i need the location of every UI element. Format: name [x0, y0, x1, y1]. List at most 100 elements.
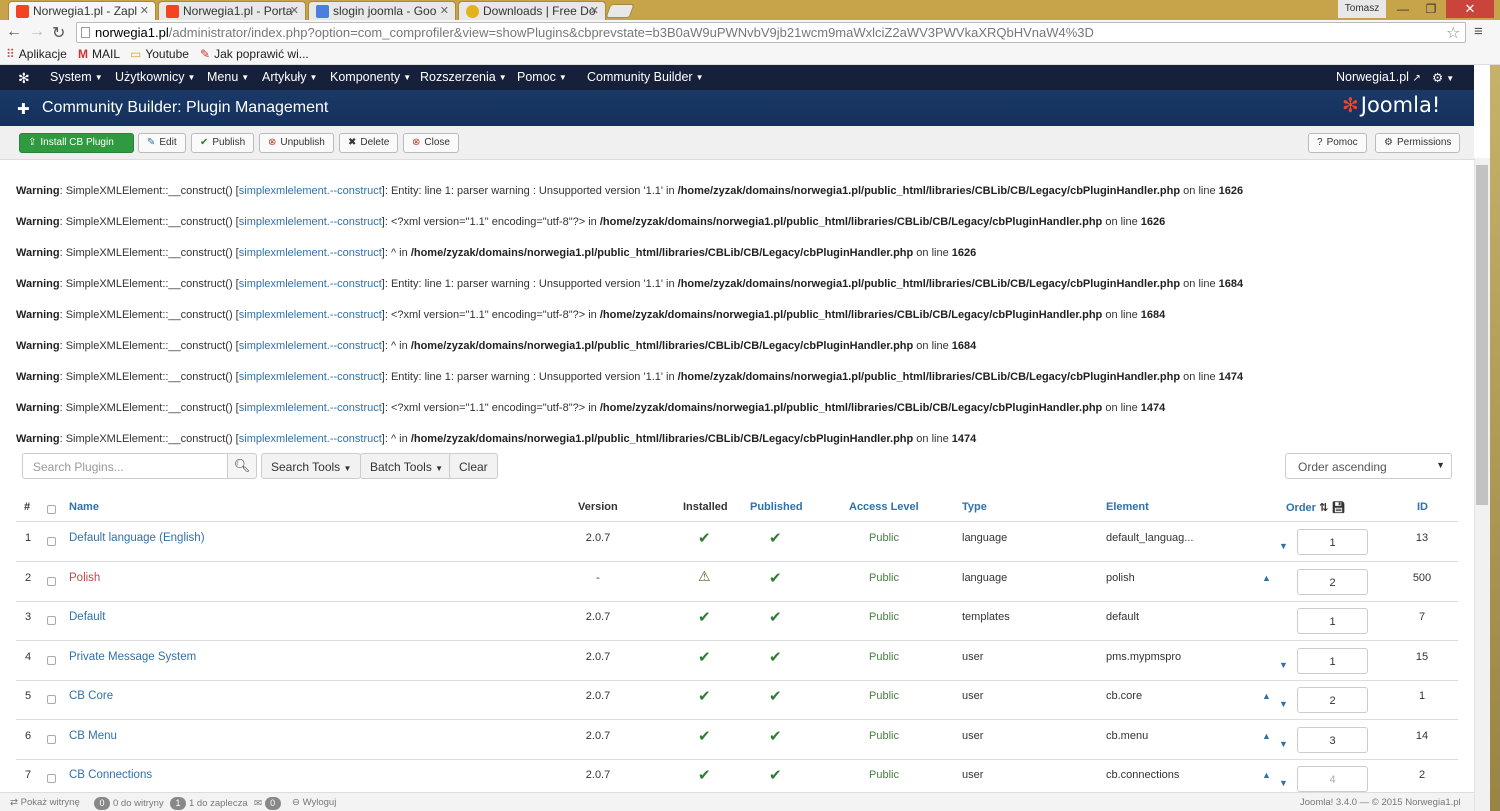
bookmark-jak-poprawic[interactable]: ✎ Jak poprawić wi...	[200, 47, 309, 61]
col-id-header[interactable]: ID	[1417, 501, 1428, 513]
reload-icon[interactable]: ↻	[52, 23, 65, 43]
back-icon[interactable]: ←	[6, 23, 22, 41]
search-input[interactable]: Search Plugins...	[22, 453, 228, 479]
browser-tab-2[interactable]: Norwegia1.pl - Porta ✕	[158, 1, 306, 20]
row-checkbox[interactable]	[47, 695, 56, 704]
forward-icon[interactable]: →	[29, 23, 45, 41]
help-button[interactable]: ? Pomoc	[1308, 133, 1367, 153]
published-toggle-icon[interactable]: ✔	[769, 608, 782, 626]
warning-doc-link[interactable]: simplexmlelement.--construct	[239, 402, 382, 414]
nav-components[interactable]: Komponenty ▼	[330, 70, 411, 84]
order-input[interactable]: 3	[1297, 726, 1368, 753]
published-toggle-icon[interactable]: ✔	[769, 529, 782, 547]
warning-doc-link[interactable]: simplexmlelement.--construct	[239, 185, 382, 197]
col-name-header[interactable]: Name	[69, 501, 99, 513]
col-published-header[interactable]: Published	[750, 501, 803, 513]
bookmark-apps[interactable]: ⠿ Aplikacje	[6, 47, 67, 61]
published-toggle-icon[interactable]: ✔	[769, 569, 782, 587]
col-access-header[interactable]: Access Level	[849, 501, 919, 513]
order-input[interactable]: 4	[1297, 766, 1368, 792]
install-plugin-button[interactable]: ⇪ Install CB Plugin	[19, 133, 134, 153]
messages[interactable]: ✉ 0	[254, 797, 284, 810]
plugin-name-link[interactable]: Default language (English)	[69, 532, 205, 544]
nav-users[interactable]: Użytkownicy ▼	[115, 70, 195, 84]
url-field[interactable]: norwegia1.pl/administrator/index.php?opt…	[76, 22, 1466, 43]
nav-extensions[interactable]: Rozszerzenia ▼	[420, 70, 507, 84]
order-input[interactable]: 1	[1297, 529, 1368, 555]
row-checkbox[interactable]	[47, 655, 56, 665]
warning-doc-link[interactable]: simplexmlelement.--construct	[239, 216, 382, 228]
bookmark-star-icon[interactable]: ☆	[1446, 23, 1460, 43]
row-checkbox[interactable]	[47, 576, 56, 586]
browser-user-chip[interactable]: Tomasz	[1338, 0, 1386, 18]
warning-doc-link[interactable]: simplexmlelement.--construct	[239, 247, 382, 259]
published-toggle-icon[interactable]: ✔	[769, 766, 782, 784]
save-order-icon[interactable]: 💾︎	[1331, 502, 1345, 514]
bookmark-youtube[interactable]: ▭ Youtube	[130, 47, 189, 61]
edit-button[interactable]: ✎ Edit	[138, 133, 186, 153]
clear-button[interactable]: Clear	[449, 453, 498, 479]
move-down-icon[interactable]: ▼	[1279, 660, 1288, 670]
col-type-header[interactable]: Type	[962, 501, 987, 513]
order-input[interactable]: 1	[1297, 647, 1368, 674]
plugin-name-link[interactable]: Polish	[69, 572, 100, 584]
warning-doc-link[interactable]: simplexmlelement.--construct	[239, 433, 382, 445]
row-checkbox[interactable]	[47, 616, 56, 625]
col-element-header[interactable]: Element	[1106, 501, 1149, 513]
plugin-name-link[interactable]: Default	[69, 611, 105, 623]
publish-button[interactable]: ✔ Publish	[191, 133, 255, 153]
tab-close-icon[interactable]: ✕	[290, 4, 299, 17]
search-tools-button[interactable]: Search Tools ▼	[261, 453, 362, 479]
nav-settings[interactable]: ⚙ ▼	[1432, 70, 1454, 85]
move-down-icon[interactable]: ▼	[1279, 699, 1288, 709]
batch-tools-button[interactable]: Batch Tools ▼	[360, 453, 454, 479]
move-up-icon[interactable]: ▲	[1262, 770, 1271, 780]
warning-doc-link[interactable]: simplexmlelement.--construct	[239, 371, 382, 383]
close-button[interactable]: ⊗ Close	[403, 133, 459, 153]
browser-menu-icon[interactable]: ≡	[1474, 23, 1483, 40]
warning-doc-link[interactable]: simplexmlelement.--construct	[239, 278, 382, 290]
window-close-icon[interactable]: ✕	[1446, 0, 1494, 18]
plugin-name-link[interactable]: CB Connections	[69, 769, 152, 781]
col-order-header[interactable]: Order ⇅ 💾︎	[1286, 501, 1345, 514]
move-down-icon[interactable]: ▼	[1279, 739, 1288, 749]
tab-close-icon[interactable]: ✕	[440, 4, 449, 17]
select-all-checkbox[interactable]	[47, 505, 56, 514]
nav-system[interactable]: System ▼	[50, 70, 103, 84]
show-site-link[interactable]: ⇄ Pokaż witrynę	[10, 797, 80, 808]
nav-help[interactable]: Pomoc ▼	[517, 70, 567, 84]
minimize-icon[interactable]: —	[1388, 0, 1418, 18]
browser-tab-4[interactable]: Downloads | Free Do ✕	[458, 1, 606, 20]
row-checkbox[interactable]	[47, 734, 56, 744]
published-toggle-icon[interactable]: ✔	[769, 648, 782, 666]
search-button[interactable]: 🔍︎	[227, 453, 257, 479]
nav-community-builder[interactable]: Community Builder ▼	[587, 70, 704, 84]
plugin-name-link[interactable]: CB Core	[69, 690, 113, 702]
move-up-icon[interactable]: ▲	[1262, 691, 1271, 701]
nav-site-link[interactable]: Norwegia1.pl ↗	[1336, 70, 1421, 84]
nav-menu[interactable]: Menu ▼	[207, 70, 249, 84]
browser-tab-1[interactable]: Norwegia1.pl - Zapl ✕	[8, 1, 156, 20]
order-select[interactable]: Order ascending ▼	[1285, 453, 1452, 479]
permissions-button[interactable]: ⚙ Permissions	[1375, 133, 1461, 153]
tab-close-icon[interactable]: ✕	[590, 4, 599, 17]
scrollbar-thumb[interactable]	[1476, 165, 1488, 505]
browser-tab-3[interactable]: slogin joomla - Goo ✕	[308, 1, 456, 20]
plugin-name-link[interactable]: CB Menu	[69, 730, 117, 742]
nav-articles[interactable]: Artykuły ▼	[262, 70, 317, 84]
row-checkbox[interactable]	[47, 774, 56, 783]
move-down-icon[interactable]: ▼	[1279, 541, 1288, 551]
move-down-icon[interactable]: ▼	[1279, 778, 1288, 788]
warning-doc-link[interactable]: simplexmlelement.--construct	[239, 309, 382, 321]
order-input[interactable]: 2	[1297, 687, 1368, 713]
unpublish-button[interactable]: ⊗ Unpublish	[259, 133, 334, 153]
bookmark-mail[interactable]: M MAIL	[78, 47, 120, 61]
published-toggle-icon[interactable]: ✔	[769, 687, 782, 705]
warning-doc-link[interactable]: simplexmlelement.--construct	[239, 340, 382, 352]
row-checkbox[interactable]	[47, 537, 56, 546]
logout-link[interactable]: ⊖ Wyloguj	[292, 797, 336, 808]
published-toggle-icon[interactable]: ✔	[769, 727, 782, 745]
maximize-icon[interactable]: ❐	[1416, 0, 1446, 18]
joomla-logo-icon[interactable]: ✻	[18, 70, 30, 87]
plugin-name-link[interactable]: Private Message System	[69, 651, 196, 663]
